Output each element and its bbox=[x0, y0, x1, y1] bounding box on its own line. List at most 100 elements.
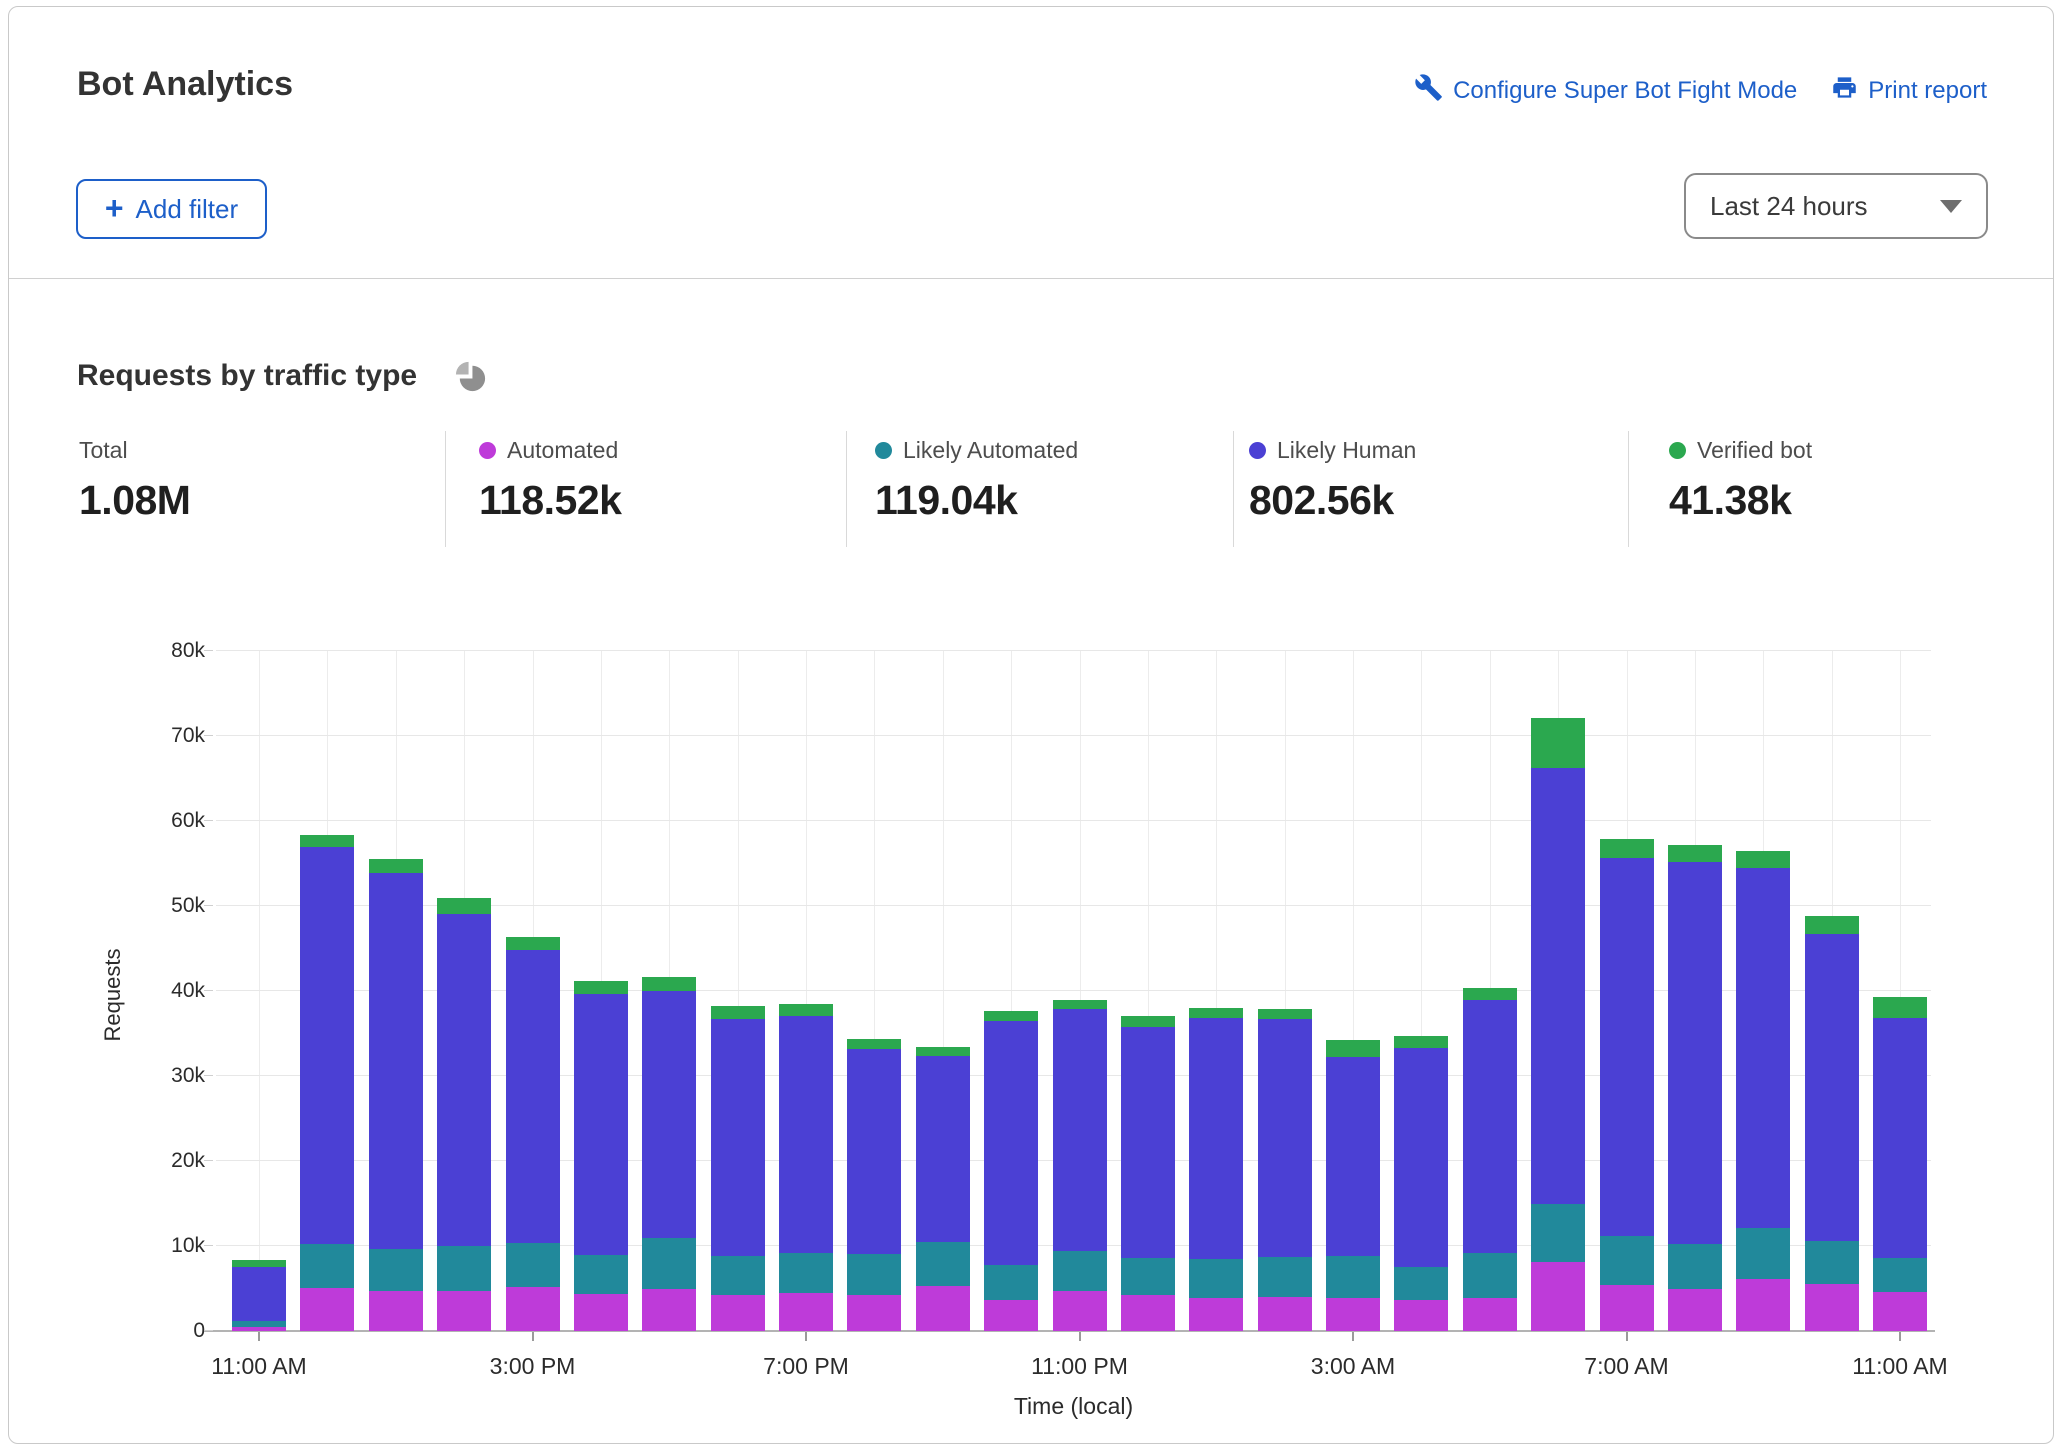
y-tick-label: 30k bbox=[9, 1063, 205, 1089]
header-links: Configure Super Bot Fight Mode Print rep… bbox=[1414, 73, 1987, 109]
bar-segment-likely-automated bbox=[1736, 1228, 1790, 1279]
bar-segment-automated bbox=[1600, 1285, 1654, 1331]
bar-segment-verified-bot bbox=[1053, 1000, 1107, 1009]
bar-segment-likely-automated bbox=[506, 1243, 560, 1287]
configure-super-bot-fight-mode-link[interactable]: Configure Super Bot Fight Mode bbox=[1414, 73, 1797, 109]
bar-segment-verified-bot bbox=[916, 1047, 970, 1056]
y-tick-label: 20k bbox=[9, 1148, 205, 1174]
bar-segment-verified-bot bbox=[506, 937, 560, 950]
chart-plot-area bbox=[216, 651, 1931, 1331]
bot-analytics-card: Bot Analytics Configure Super Bot Fight … bbox=[8, 6, 2054, 1444]
bar-segment-likely-automated bbox=[1326, 1256, 1380, 1298]
x-tick-label: 7:00 PM bbox=[716, 1353, 896, 1380]
time-range-dropdown[interactable]: Last 24 hours bbox=[1684, 173, 1988, 239]
bar-segment-automated bbox=[300, 1288, 354, 1331]
bar-segment-likely-human bbox=[232, 1267, 286, 1321]
bar-segment-verified-bot bbox=[1189, 1008, 1243, 1018]
y-tick-label: 10k bbox=[9, 1233, 205, 1259]
bar-segment-verified-bot bbox=[437, 898, 491, 914]
bar-segment-likely-human bbox=[1805, 934, 1859, 1241]
bar-segment-verified-bot bbox=[1736, 851, 1790, 868]
bar-segment-verified-bot bbox=[1600, 839, 1654, 858]
bar-segment-likely-automated bbox=[1258, 1257, 1312, 1297]
y-axis-tick-mark bbox=[204, 990, 213, 991]
likely-automated-legend-dot bbox=[875, 442, 892, 459]
x-axis-tick-mark bbox=[1079, 1332, 1081, 1341]
bar-segment-automated bbox=[1053, 1291, 1107, 1331]
bar-segment-likely-automated bbox=[1463, 1253, 1517, 1298]
bar-segment-automated bbox=[506, 1287, 560, 1331]
x-tick-label: 11:00 AM bbox=[169, 1353, 349, 1380]
section-heading: Requests by traffic type bbox=[77, 359, 417, 393]
bar-segment-likely-human bbox=[1873, 1018, 1927, 1258]
stat-verified-bot: Verified bot 41.38k bbox=[1669, 437, 1812, 524]
chevron-down-icon bbox=[1940, 200, 1962, 213]
bar-segment-automated bbox=[1805, 1284, 1859, 1331]
horizontal-gridline bbox=[216, 650, 1931, 651]
stat-likely-automated-top: Likely Automated bbox=[875, 437, 1078, 464]
stat-value: 118.52k bbox=[479, 477, 621, 524]
bar-segment-likely-automated bbox=[300, 1244, 354, 1287]
x-tick-label: 3:00 AM bbox=[1263, 1353, 1443, 1380]
bar-segment-likely-automated bbox=[711, 1256, 765, 1295]
bar-segment-likely-human bbox=[847, 1049, 901, 1254]
y-tick-label: 50k bbox=[9, 893, 205, 919]
stat-total-top: Total bbox=[79, 437, 190, 464]
y-axis-tick-mark bbox=[204, 1245, 213, 1246]
bar-segment-likely-human bbox=[711, 1019, 765, 1256]
bar-segment-likely-automated bbox=[1805, 1241, 1859, 1284]
page-title: Bot Analytics bbox=[77, 65, 293, 104]
bar-segment-automated bbox=[642, 1289, 696, 1332]
stat-value: 1.08M bbox=[79, 477, 190, 524]
bar-segment-likely-automated bbox=[437, 1246, 491, 1291]
y-tick-label: 70k bbox=[9, 723, 205, 749]
y-tick-label: 40k bbox=[9, 978, 205, 1004]
bar-segment-verified-bot bbox=[232, 1260, 286, 1268]
bar-segment-likely-automated bbox=[779, 1253, 833, 1293]
bar-segment-likely-human bbox=[984, 1021, 1038, 1265]
stat-divider bbox=[846, 431, 847, 547]
stat-value: 41.38k bbox=[1669, 477, 1812, 524]
y-axis-tick-mark bbox=[204, 1075, 213, 1076]
stat-likely-human: Likely Human 802.56k bbox=[1249, 437, 1416, 524]
bar-segment-likely-human bbox=[1600, 858, 1654, 1236]
bar-segment-verified-bot bbox=[1326, 1040, 1380, 1057]
bar-segment-automated bbox=[711, 1295, 765, 1331]
add-filter-button[interactable]: + Add filter bbox=[76, 179, 267, 239]
plus-icon: + bbox=[105, 192, 124, 224]
stat-divider bbox=[1628, 431, 1629, 547]
bar-segment-automated bbox=[1326, 1298, 1380, 1331]
y-tick-label: 60k bbox=[9, 808, 205, 834]
stat-label: Automated bbox=[507, 437, 618, 464]
bar-segment-likely-automated bbox=[847, 1254, 901, 1296]
bar-segment-likely-human bbox=[642, 991, 696, 1238]
bar-segment-likely-human bbox=[1668, 862, 1722, 1245]
bar-segment-automated bbox=[984, 1300, 1038, 1331]
bar-segment-verified-bot bbox=[779, 1004, 833, 1016]
bar-segment-likely-automated bbox=[984, 1265, 1038, 1301]
stat-divider bbox=[1233, 431, 1234, 547]
bar-segment-likely-human bbox=[574, 994, 628, 1254]
y-axis-tick-mark bbox=[204, 905, 213, 906]
x-axis-tick-mark bbox=[1626, 1332, 1628, 1341]
bar-segment-automated bbox=[369, 1291, 423, 1331]
bar-segment-automated bbox=[1394, 1300, 1448, 1331]
stat-label: Verified bot bbox=[1697, 437, 1812, 464]
bar-segment-likely-automated bbox=[1873, 1258, 1927, 1292]
stat-value: 119.04k bbox=[875, 477, 1078, 524]
horizontal-gridline bbox=[216, 735, 1931, 736]
add-filter-label: Add filter bbox=[136, 194, 239, 225]
likely-human-legend-dot bbox=[1249, 442, 1266, 459]
bar-segment-likely-automated bbox=[369, 1249, 423, 1291]
print-link-label: Print report bbox=[1868, 77, 1987, 105]
x-axis-title: Time (local) bbox=[216, 1393, 1931, 1420]
bar-segment-likely-human bbox=[1463, 1000, 1517, 1253]
x-tick-label: 11:00 PM bbox=[990, 1353, 1170, 1380]
stat-automated-top: Automated bbox=[479, 437, 621, 464]
stat-likely-human-top: Likely Human bbox=[1249, 437, 1416, 464]
bar-segment-verified-bot bbox=[1258, 1009, 1312, 1019]
pie-chart-icon bbox=[453, 359, 488, 399]
bar-segment-automated bbox=[1531, 1262, 1585, 1331]
bar-segment-automated bbox=[1873, 1292, 1927, 1331]
print-report-link[interactable]: Print report bbox=[1831, 74, 1987, 108]
